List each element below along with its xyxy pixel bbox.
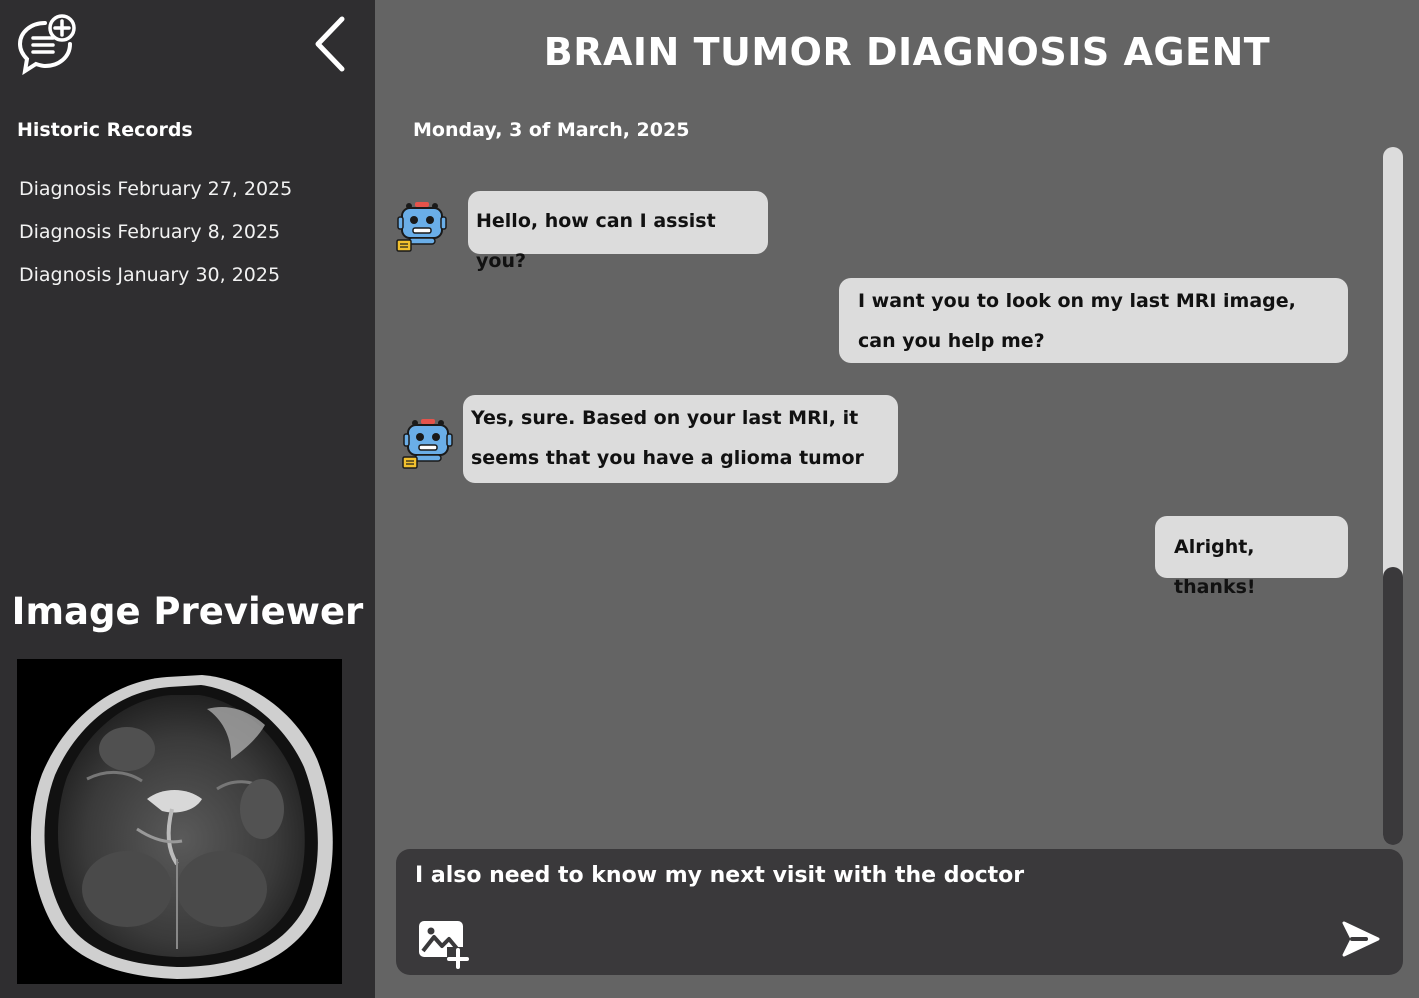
add-image-icon[interactable] xyxy=(417,919,471,969)
history-item[interactable]: Diagnosis January 30, 2025 xyxy=(19,262,292,305)
history-item[interactable]: Diagnosis February 8, 2025 xyxy=(19,219,292,262)
page-title: BRAIN TUMOR DIAGNOSIS AGENT xyxy=(543,30,1271,74)
bot-message-bubble: Yes, sure. Based on your last MRI, it se… xyxy=(463,395,898,483)
message-composer: I also need to know my next visit with t… xyxy=(396,849,1403,975)
send-icon[interactable] xyxy=(1340,919,1380,959)
new-chat-icon[interactable] xyxy=(16,13,78,75)
history-list: Diagnosis February 27, 2025 Diagnosis Fe… xyxy=(19,176,292,305)
mri-preview-image xyxy=(17,659,342,984)
mri-scan-drawing xyxy=(17,659,342,984)
chat-date: Monday, 3 of March, 2025 xyxy=(413,119,690,141)
user-message-bubble: I want you to look on my last MRI image,… xyxy=(839,278,1348,363)
robot-icon xyxy=(402,419,453,469)
bot-message-bubble: Hello, how can I assist you? xyxy=(468,191,768,272)
sidebar: Historic Records Diagnosis February 27, … xyxy=(0,0,375,998)
chat-panel: BRAIN TUMOR DIAGNOSIS AGENT Monday, 3 of… xyxy=(375,0,1419,998)
history-title: Historic Records xyxy=(17,119,193,141)
image-previewer-title: Image Previewer xyxy=(11,590,364,633)
message-input[interactable]: I also need to know my next visit with t… xyxy=(415,863,1024,888)
history-item[interactable]: Diagnosis February 27, 2025 xyxy=(19,176,292,219)
scrollbar-thumb[interactable] xyxy=(1383,567,1403,845)
user-message-bubble: Alright, thanks! xyxy=(1155,516,1348,598)
chevron-left-icon[interactable] xyxy=(312,14,348,74)
chat-scrollbar[interactable] xyxy=(1383,147,1403,845)
robot-icon xyxy=(396,202,447,252)
